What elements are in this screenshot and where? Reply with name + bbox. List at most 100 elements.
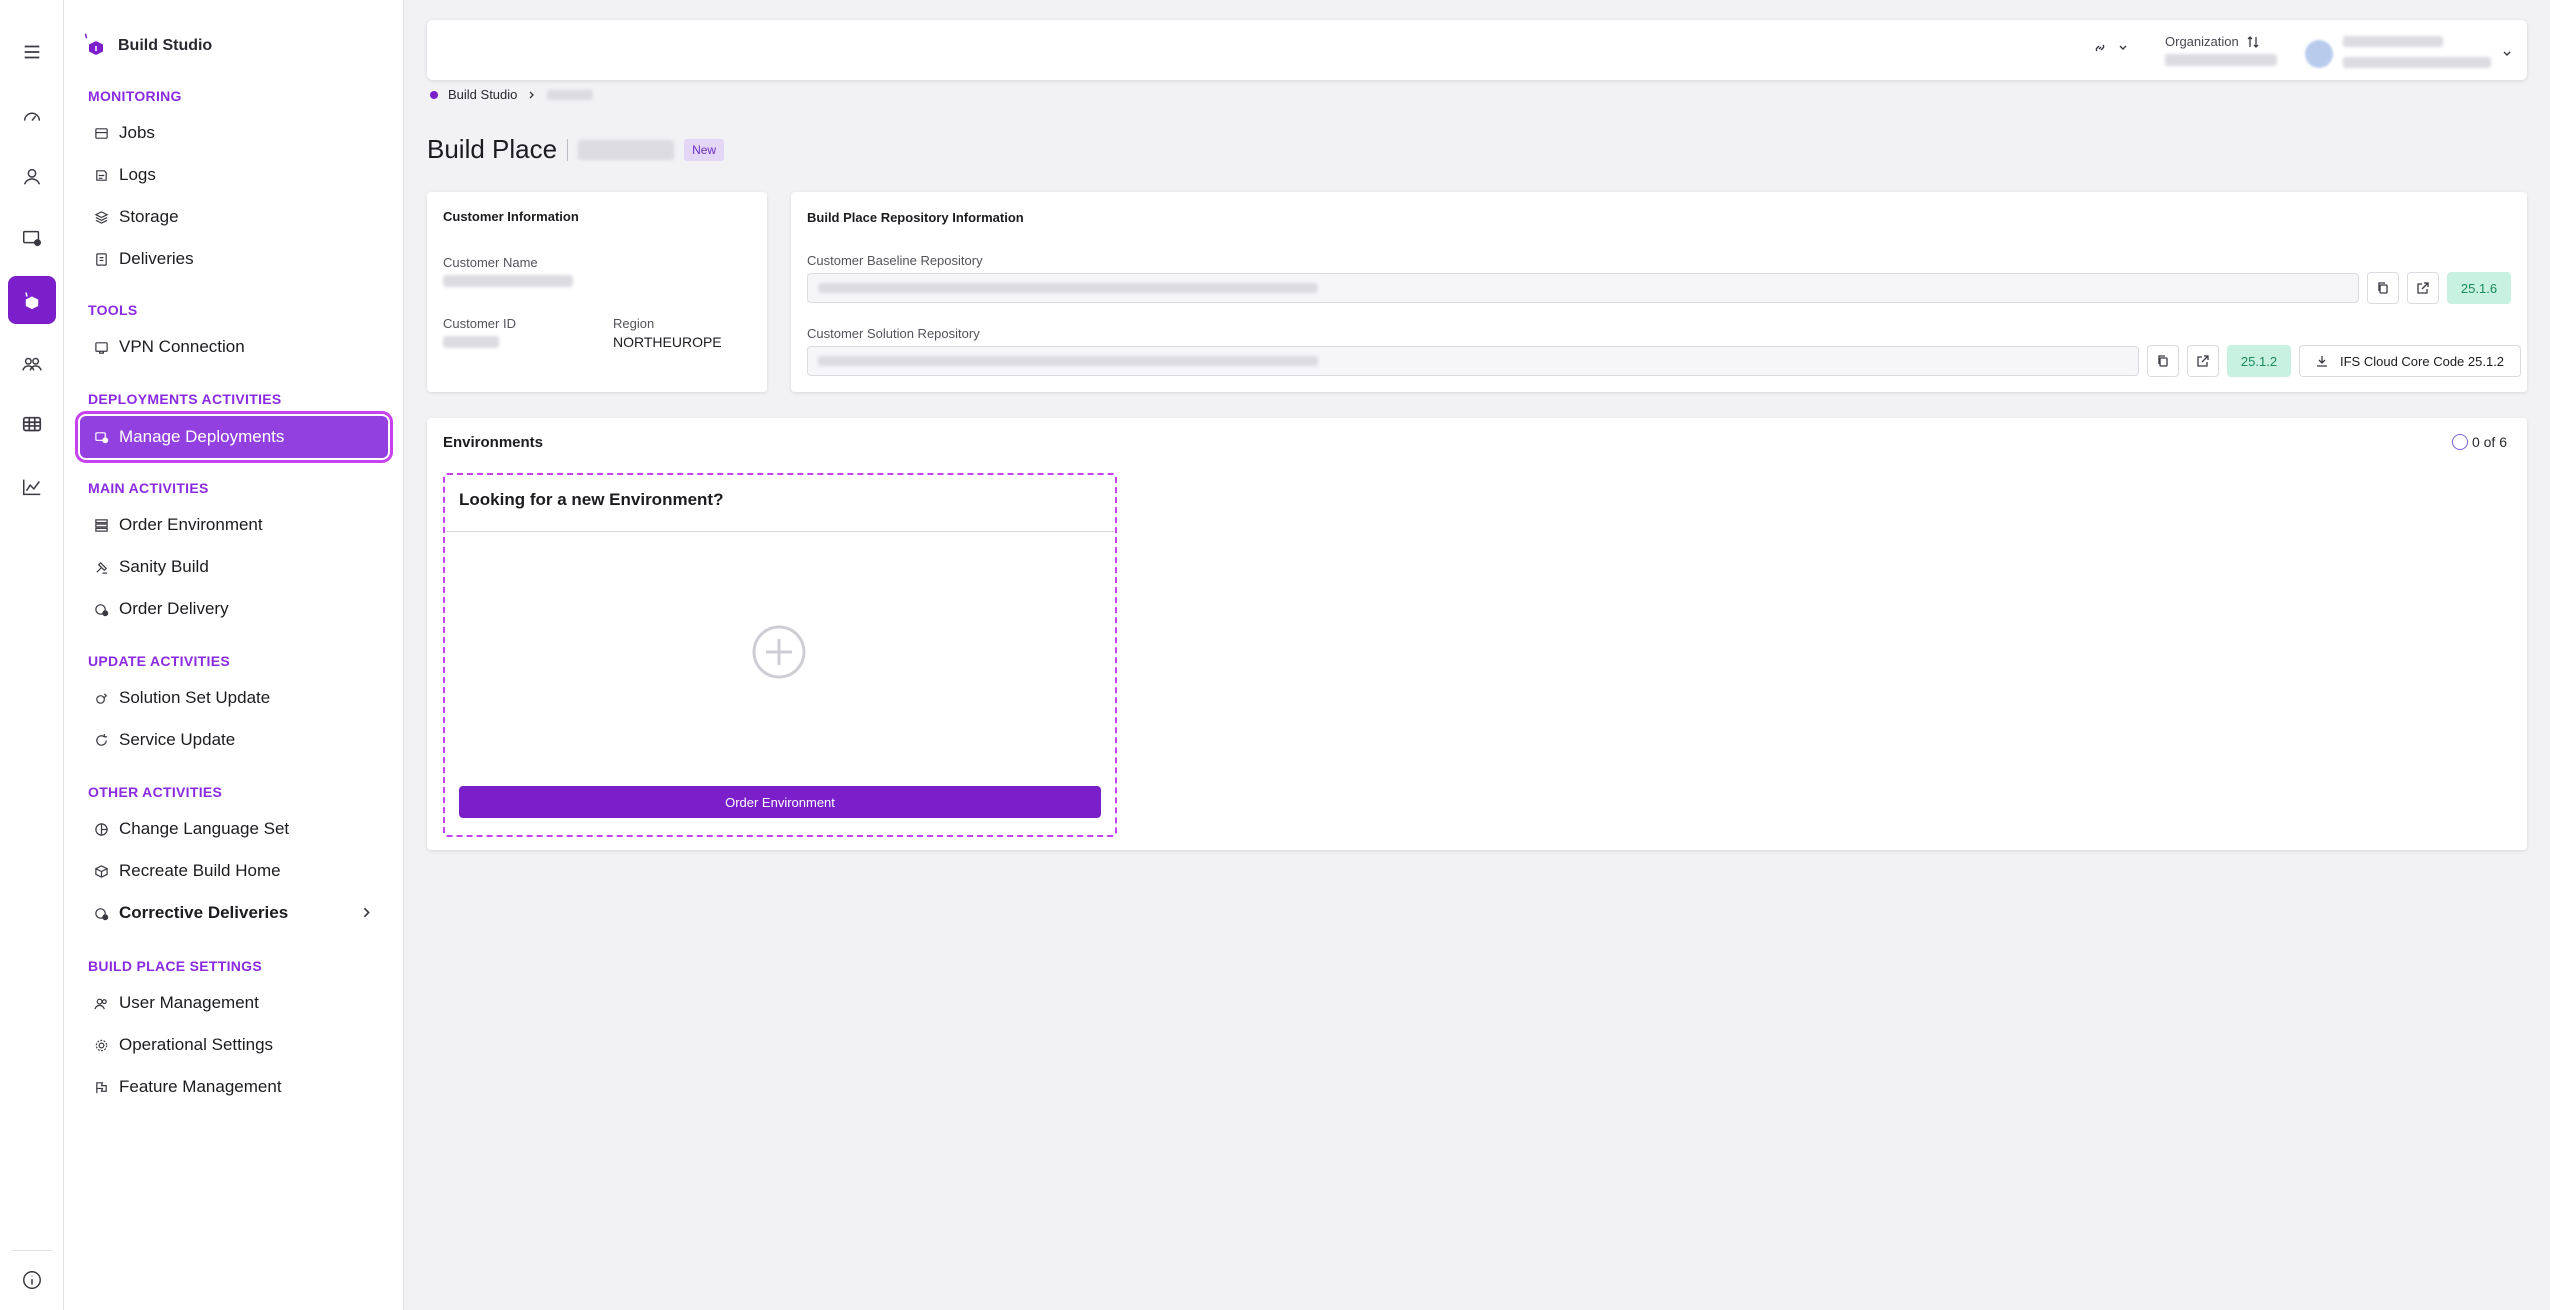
user-menu[interactable] [2305, 34, 2513, 73]
sidebar-item-solution-set-update[interactable]: Solution Set Update [80, 677, 388, 719]
breadcrumb: Build Studio [430, 87, 594, 102]
organization-label: Organization [2165, 34, 2239, 49]
external-link-icon [2197, 355, 2209, 367]
sidebar-item-sanity-build[interactable]: Sanity Build [80, 546, 388, 588]
deploy-screen-icon[interactable] [8, 214, 56, 262]
info-icon[interactable] [8, 1256, 56, 1304]
sidebar-item-label: Recreate Build Home [119, 861, 281, 880]
card-divider [445, 531, 1115, 532]
baseline-repo-field[interactable] [807, 273, 2359, 303]
baseline-version-badge: 25.1.6 [2447, 272, 2511, 304]
section-monitoring: MONITORING [88, 88, 182, 104]
sidebar-item-logs[interactable]: Logs [80, 154, 388, 196]
download-core-code-button[interactable]: IFS Cloud Core Code 25.1.2 [2299, 345, 2522, 377]
icon-rail [0, 0, 64, 1310]
sidebar-item-corrective-deliveries[interactable]: Corrective Deliveries [80, 892, 388, 934]
build-studio-logo-icon [84, 33, 103, 55]
progress-ring-icon [2451, 434, 2468, 450]
sidebar-item-label: Change Language Set [119, 819, 290, 838]
open-baseline-button[interactable] [2407, 272, 2439, 304]
baseline-repo-url-redacted [818, 283, 1318, 293]
environment-count-text: 0 of 6 [2471, 434, 2507, 450]
brand[interactable]: Build Studio [82, 32, 212, 60]
solution-repo-label: Customer Solution Repository [807, 326, 980, 341]
customer-info-card: Customer Information Customer Name Custo… [427, 192, 767, 392]
page-title-row: Build Place New [427, 134, 725, 165]
customer-id-redacted [443, 336, 499, 348]
person-icon[interactable] [8, 153, 56, 201]
order-delivery-icon [95, 603, 109, 616]
sidebar-item-storage[interactable]: Storage [80, 196, 388, 238]
language-icon [95, 822, 108, 836]
breadcrumb-dot [430, 90, 438, 99]
analytics-chart-icon[interactable] [8, 463, 56, 511]
open-solution-button[interactable] [2187, 345, 2219, 377]
sidebar-item-recreate-build-home[interactable]: Recreate Build Home [80, 850, 388, 892]
deliveries-icon [96, 252, 107, 266]
refresh-icon [96, 733, 108, 746]
sidebar-item-label: Feature Management [119, 1077, 282, 1096]
sanity-build-icon [96, 561, 108, 574]
sidebar-item-manage-deployments[interactable]: Manage Deployments [75, 411, 393, 463]
download-icon [2317, 356, 2327, 367]
sidebar-item-user-management[interactable]: User Management [80, 982, 388, 1024]
sidebar-item-label: Order Environment [119, 515, 263, 534]
corrective-deliveries-icon [95, 907, 109, 920]
section-main: MAIN ACTIVITIES [88, 480, 209, 496]
download-core-code-label: IFS Cloud Core Code 25.1.2 [2340, 353, 2505, 369]
rail-divider [12, 1250, 52, 1251]
breadcrumb-root[interactable]: Build Studio [448, 87, 517, 102]
sidebar-item-jobs[interactable]: Jobs [80, 112, 388, 154]
avatar [2305, 39, 2333, 68]
sidebar-item-label: Logs [119, 165, 156, 184]
sidebar-item-label: Service Update [119, 730, 236, 749]
jobs-icon [95, 127, 108, 139]
user-name-redacted [2343, 36, 2443, 47]
copy-icon [2378, 282, 2388, 294]
order-environment-button[interactable]: Order Environment [459, 786, 1101, 818]
add-circle-icon[interactable] [751, 624, 807, 680]
chevron-right-icon [529, 91, 535, 98]
region-value: NORTHEUROPE [613, 334, 722, 350]
vpn-icon [95, 341, 108, 354]
sidebar-item-order-environment[interactable]: Order Environment [80, 504, 388, 546]
sidebar-item-label: Corrective Deliveries [119, 903, 289, 922]
sidebar-item-feature-management[interactable]: Feature Management [80, 1066, 388, 1108]
dashboard-gauge-icon[interactable] [8, 92, 56, 140]
copy-baseline-button[interactable] [2367, 272, 2399, 304]
menu-icon[interactable] [8, 28, 56, 76]
recreate-build-home-icon [95, 864, 108, 878]
solution-repo-field[interactable] [807, 346, 2139, 376]
build-studio-icon[interactable] [8, 276, 56, 324]
table-grid-icon[interactable] [8, 401, 56, 449]
storage-icon [94, 210, 109, 224]
sidebar-item-deliveries[interactable]: Deliveries [80, 238, 388, 280]
status-badge: New [684, 138, 725, 161]
title-separator [567, 138, 569, 161]
repository-info-card: Build Place Repository Information Custo… [791, 192, 2527, 392]
copy-solution-button[interactable] [2147, 345, 2179, 377]
solution-set-update-icon [96, 692, 108, 704]
top-bar: Organization [427, 20, 2527, 80]
sidebar-item-label: Solution Set Update [119, 688, 271, 707]
organization-name-redacted [2165, 54, 2277, 66]
swap-icon [2247, 35, 2259, 48]
sidebar-item-label: User Management [119, 993, 259, 1012]
order-environment-icon [95, 518, 108, 532]
team-icon[interactable] [8, 340, 56, 388]
sidebar-item-service-update[interactable]: Service Update [80, 719, 388, 761]
new-environment-title: Looking for a new Environment? [459, 490, 724, 509]
sidebar-item-change-language-set[interactable]: Change Language Set [80, 808, 388, 850]
sidebar-item-operational-settings[interactable]: Operational Settings [80, 1024, 388, 1066]
solution-version-badge: 25.1.2 [2227, 345, 2291, 377]
organization-switcher[interactable]: Organization [2165, 34, 2277, 71]
copy-icon [2158, 355, 2168, 367]
sidebar-item-vpn[interactable]: VPN Connection [80, 326, 388, 368]
section-tools: TOOLS [88, 302, 138, 318]
user-email-redacted [2343, 57, 2491, 68]
customer-id-label: Customer ID [443, 316, 516, 331]
sidebar-item-order-delivery[interactable]: Order Delivery [80, 588, 388, 630]
link-menu-button[interactable] [2092, 40, 2128, 56]
page-title: Build Place [427, 134, 558, 164]
sidebar-item-label: Jobs [119, 123, 155, 142]
